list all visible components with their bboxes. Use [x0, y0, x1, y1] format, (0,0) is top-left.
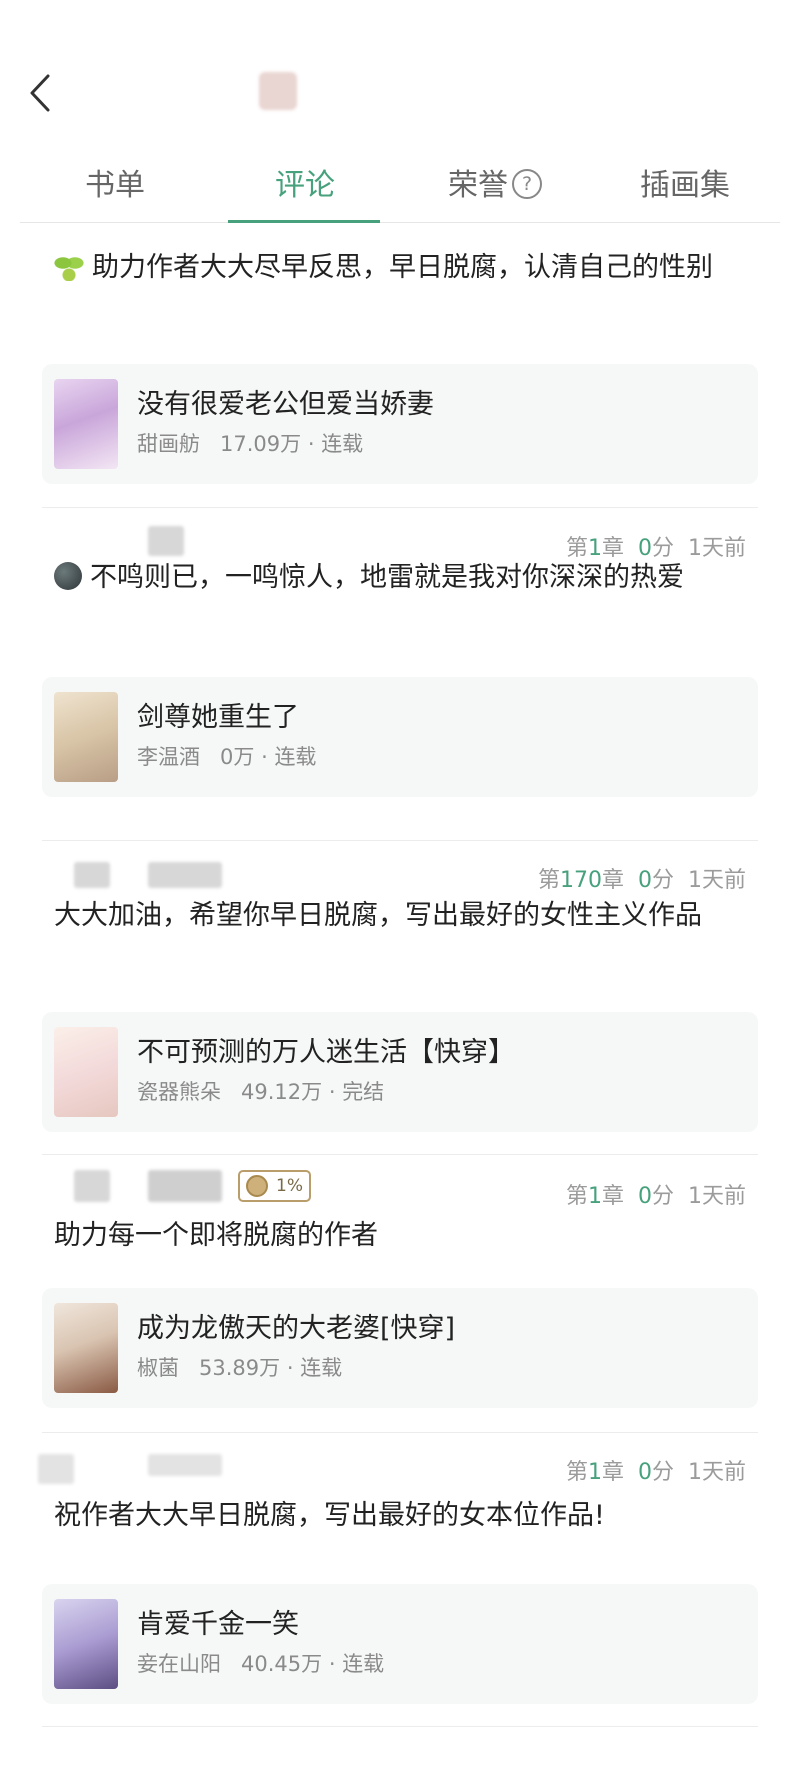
book-cover[interactable]: [54, 1303, 118, 1393]
book-meta: 甜画舫 17.09万 · 连载: [137, 432, 364, 456]
tab-bar: 书单 评论 荣誉? 插画集: [20, 150, 780, 223]
book-status: 连载: [321, 432, 364, 456]
book-cover[interactable]: [54, 1027, 118, 1117]
active-tab-indicator: [228, 220, 380, 223]
book-card[interactable]: 剑尊她重生了 李温酒 0万 · 连载: [42, 677, 758, 797]
tab-honors-label: 荣誉: [448, 168, 508, 203]
book-status: 连载: [342, 1652, 385, 1676]
book-author: 瓷器熊朵: [137, 1080, 221, 1104]
comment-meta: 第1章 0分 1天前: [0, 1446, 800, 1496]
divider: [42, 507, 758, 508]
book-meta: 椒菌 53.89万 · 连载: [137, 1356, 343, 1380]
book-title: 肯爱千金一笑: [137, 1609, 299, 1640]
help-icon[interactable]: ?: [512, 168, 542, 199]
comment-text: 助力每一个即将脱腐的作者: [54, 1220, 378, 1251]
book-cover[interactable]: [54, 379, 118, 469]
book-words: 0万: [220, 745, 255, 769]
book-words: 53.89万: [199, 1356, 281, 1380]
user-avatar-blurred[interactable]: [74, 1170, 110, 1202]
book-author: 妾在山阳: [137, 1652, 221, 1676]
bomb-icon: [54, 561, 82, 590]
book-words: 49.12万: [241, 1080, 323, 1104]
comment-text: 助力作者大大尽早反思，早日脱腐，认清自己的性别: [54, 242, 734, 294]
comment-text: 大大加油，希望你早日脱腐，写出最好的女性主义作品: [54, 900, 702, 931]
book-meta: 妾在山阳 40.45万 · 连载: [137, 1652, 385, 1676]
book-author: 椒菌: [137, 1356, 179, 1380]
book-cover[interactable]: [54, 1599, 118, 1689]
top-bar: [0, 0, 800, 150]
fan-badge[interactable]: 1%: [238, 1170, 311, 1202]
book-cover[interactable]: [54, 692, 118, 782]
book-meta: 瓷器熊朵 49.12万 · 完结: [137, 1080, 385, 1104]
back-arrow-icon[interactable]: [22, 68, 62, 118]
divider: [42, 1432, 758, 1433]
tab-comments[interactable]: 评论: [210, 150, 400, 222]
book-words: 17.09万: [220, 432, 302, 456]
book-meta: 李温酒 0万 · 连载: [137, 745, 317, 769]
comment-stats: 第1章 0分 1天前: [565, 1184, 746, 1209]
book-status: 完结: [342, 1080, 385, 1104]
divider: [42, 1154, 758, 1155]
tab-illustrations[interactable]: 插画集: [590, 150, 780, 222]
book-author: 甜画舫: [137, 432, 200, 456]
divider: [42, 840, 758, 841]
comment-text: 祝作者大大早日脱腐，写出最好的女本位作品!: [54, 1500, 605, 1531]
book-card[interactable]: 成为龙傲天的大老婆[快穿] 椒菌 53.89万 · 连载: [42, 1288, 758, 1408]
comment-text: 不鸣则已，一鸣惊人，地雷就是我对你深深的热爱: [54, 552, 734, 604]
book-card[interactable]: 不可预测的万人迷生活【快穿】 瓷器熊朵 49.12万 · 完结: [42, 1012, 758, 1132]
book-card[interactable]: 没有很爱老公但爱当娇妻 甜画舫 17.09万 · 连载: [42, 364, 758, 484]
user-avatar-blurred[interactable]: [38, 1454, 74, 1484]
user-avatar-blurred[interactable]: [74, 862, 110, 888]
book-title: 不可预测的万人迷生活【快穿】: [137, 1037, 515, 1068]
book-status: 连载: [300, 1356, 343, 1380]
book-title: 没有很爱老公但爱当娇妻: [137, 389, 434, 420]
username-blurred[interactable]: [148, 1170, 222, 1202]
username-blurred[interactable]: [148, 1454, 222, 1476]
book-title: 剑尊她重生了: [137, 702, 299, 733]
user-avatar[interactable]: [259, 72, 297, 110]
book-author: 李温酒: [137, 745, 200, 769]
book-status: 连载: [274, 745, 317, 769]
book-title: 成为龙傲天的大老婆[快穿]: [137, 1313, 456, 1344]
tab-booklist[interactable]: 书单: [20, 150, 210, 222]
coin-icon: [246, 1175, 268, 1197]
tab-honors[interactable]: 荣誉?: [400, 150, 590, 222]
comment-stats: 第1章 0分 1天前: [565, 1460, 746, 1485]
book-words: 40.45万: [241, 1652, 323, 1676]
book-card[interactable]: 肯爱千金一笑 妾在山阳 40.45万 · 连载: [42, 1584, 758, 1704]
username-blurred[interactable]: [148, 862, 222, 888]
divider: [42, 1726, 758, 1727]
sprout-icon: [54, 250, 84, 281]
